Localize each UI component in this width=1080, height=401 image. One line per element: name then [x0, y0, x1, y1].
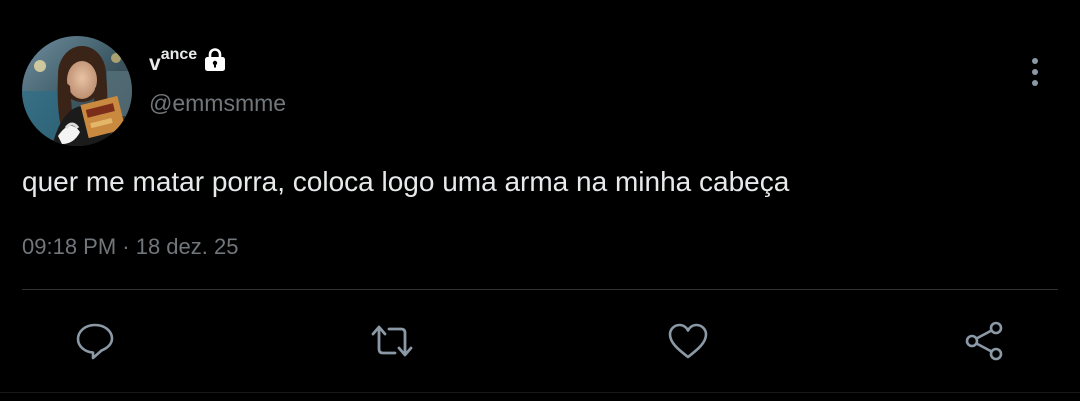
display-name-initial[interactable]: v — [149, 53, 161, 74]
display-name-superscript[interactable]: ance — [161, 47, 197, 63]
share-button[interactable] — [962, 319, 1006, 363]
reply-button[interactable] — [73, 319, 117, 363]
share-icon — [963, 320, 1005, 362]
like-button[interactable] — [666, 319, 710, 363]
more-dot — [1032, 69, 1038, 75]
tweet-timestamp[interactable]: 09:18 PM · 18 dez. 25 — [22, 234, 238, 260]
heart-icon — [667, 321, 709, 361]
display-name-row: v ance — [149, 44, 227, 76]
more-dot — [1032, 58, 1038, 64]
tweet-text: quer me matar porra, coloca logo uma arm… — [22, 166, 790, 197]
user-handle[interactable]: @emmsmme — [149, 90, 286, 116]
divider — [22, 289, 1058, 290]
reply-icon — [75, 321, 115, 361]
avatar[interactable] — [22, 36, 132, 146]
more-vertical-icon[interactable] — [1022, 56, 1048, 88]
lock-icon — [203, 47, 227, 73]
more-dot — [1032, 80, 1038, 86]
bottom-divider — [0, 392, 1080, 393]
retweet-button[interactable] — [370, 319, 414, 363]
tweet-detail: v ance @emmsmme quer me matar porra, col… — [0, 0, 1080, 401]
retweet-icon — [369, 321, 415, 361]
